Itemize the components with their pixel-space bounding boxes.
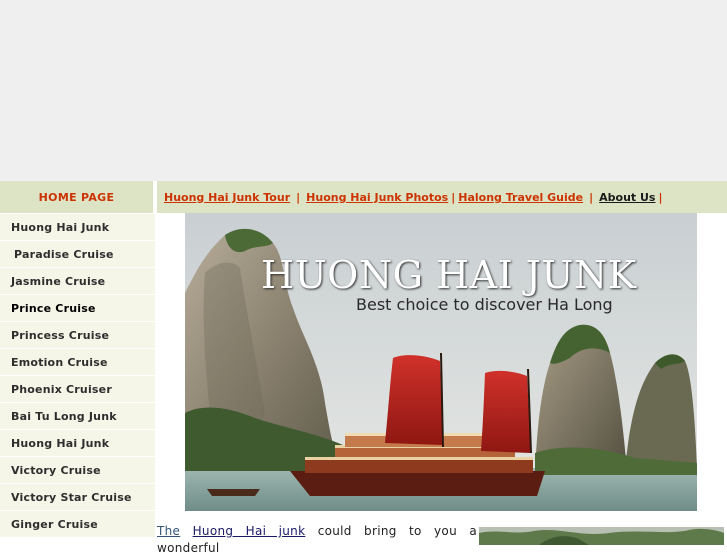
sidebar-item-victory-star-cruise[interactable]: Victory Star Cruise: [0, 484, 155, 511]
intro-the: The: [157, 524, 181, 538]
sidebar-item-ginger-cruise[interactable]: Ginger Cruise: [0, 511, 155, 538]
nav-halong-travel-guide[interactable]: Halong Travel Guide: [458, 191, 583, 204]
nav-about-us[interactable]: About Us: [599, 191, 655, 204]
intro-paragraph: The Huong Hai junk could bring to you a …: [157, 523, 477, 557]
sidebar-item-emotion-cruise[interactable]: Emotion Cruise: [0, 349, 155, 376]
top-navigation: Huong Hai Junk Tour | Huong Hai Junk Pho…: [157, 181, 727, 213]
sidebar-item-bai-tu-long-junk[interactable]: Bai Tu Long Junk: [0, 403, 155, 430]
nav-huong-hai-junk-photos[interactable]: Huong Hai Junk Photos: [306, 191, 448, 204]
sidebar-item-jasmine-cruise[interactable]: Jasmine Cruise: [0, 268, 155, 295]
header-blank-area: [0, 0, 727, 181]
sidebar-item-huong-hai-junk[interactable]: Huong Hai Junk: [0, 214, 155, 241]
hero-banner: HUONG HAI JUNK Best choice to discover H…: [185, 213, 697, 511]
nav-huong-hai-junk-tour[interactable]: Huong Hai Junk Tour: [164, 191, 290, 204]
banner-subtitle: Best choice to discover Ha Long: [356, 295, 613, 314]
sidebar-item-paradise-cruise[interactable]: Paradise Cruise: [0, 241, 155, 268]
banner-title: HUONG HAI JUNK: [261, 253, 637, 297]
sidebar-item-phoenix-cruiser[interactable]: Phoenix Cruiser: [0, 376, 155, 403]
nav-separator: |: [658, 190, 663, 204]
home-page-label: HOME PAGE: [38, 190, 115, 204]
sidebar-menu: Huong Hai Junk Paradise Cruise Jasmine C…: [0, 214, 155, 538]
cruise-thumbnail-image: [479, 527, 724, 545]
nav-separator: |: [451, 190, 456, 204]
sidebar-item-victory-cruise[interactable]: Victory Cruise: [0, 457, 155, 484]
huong-hai-junk-link[interactable]: Huong Hai junk: [193, 524, 306, 538]
home-page-link[interactable]: HOME PAGE: [0, 181, 153, 213]
sidebar-item-princess-cruise[interactable]: Princess Cruise: [0, 322, 155, 349]
nav-separator: |: [589, 190, 594, 204]
nav-separator: |: [296, 190, 301, 204]
sidebar-item-prince-cruise[interactable]: Prince Cruise: [0, 295, 155, 322]
sidebar-item-huong-hai-junk-2[interactable]: Huong Hai Junk: [0, 430, 155, 457]
